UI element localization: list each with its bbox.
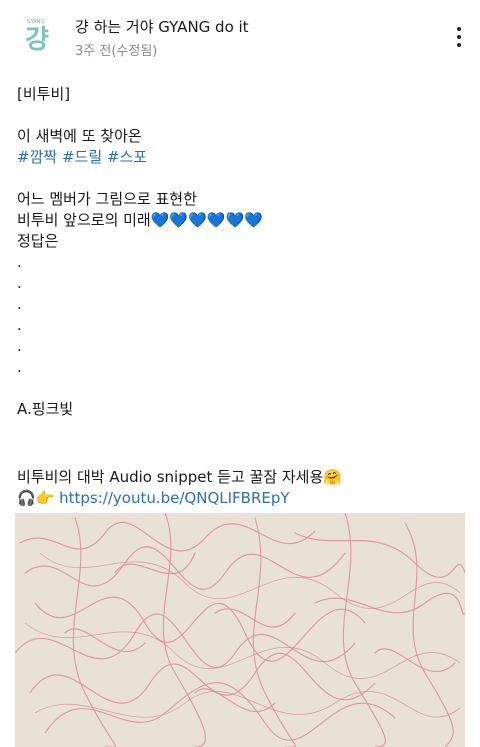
dot-line: . [17, 253, 22, 271]
post-time: 3주 전(수정됨) [75, 44, 158, 59]
post-line: [비투비] [17, 85, 71, 103]
dot-line: . [17, 274, 22, 292]
more-vertical-icon[interactable] [449, 24, 469, 52]
hashtag-row: #깜짝 #드릴 #스포 [17, 147, 467, 168]
crayon-scribble [15, 513, 465, 747]
post-line: 정답은 [17, 232, 59, 250]
post-line: 비투비 앞으로의 미래💙💙💙💙💙💙 [17, 210, 467, 231]
hashtag-link[interactable]: #스포 [107, 148, 147, 166]
headphones-pointing-emoji: 🎧👉 [17, 489, 55, 507]
post-line-text: 비투비 앞으로의 미래 [17, 211, 151, 229]
dot-line: . [17, 358, 22, 376]
audio-text: 비투비의 대박 Audio snippet 듣고 꿀잠 자세용 [17, 468, 324, 486]
post-body: [비투비] 이 새벽에 또 찾아온 #깜짝 #드릴 #스포 어느 멤버가 그림으… [17, 84, 467, 509]
hugging-face-emoji: 🤗 [323, 468, 342, 486]
post-header: GYANG 걍 걍 하는 거야 GYANG do it 3주 전(수정됨) [0, 0, 480, 70]
hashtag-link[interactable]: #드릴 [62, 148, 102, 166]
post-image[interactable] [15, 513, 465, 747]
post-line: 어느 멤버가 그림으로 표현한 [17, 190, 197, 208]
audio-line: 비투비의 대박 Audio snippet 듣고 꿀잠 자세용🤗 [17, 467, 467, 488]
blue-hearts-emoji: 💙💙💙💙💙💙 [150, 211, 263, 229]
avatar[interactable]: GYANG 걍 [15, 14, 59, 58]
dot-line: . [17, 337, 22, 355]
author-name[interactable]: 걍 하는 거야 GYANG do it [75, 16, 249, 37]
answer-line: A.핑크빛 [17, 400, 74, 418]
avatar-glyph: 걍 [25, 25, 49, 55]
dot-line: . [17, 316, 22, 334]
youtube-link[interactable]: https://youtu.be/QNQLIFBREpY [59, 489, 289, 507]
dot-line: . [17, 295, 22, 313]
link-line: 🎧👉 https://youtu.be/QNQLIFBREpY [17, 488, 467, 509]
hashtag-link[interactable]: #깜짝 [17, 148, 57, 166]
post-line: 이 새벽에 또 찾아온 [17, 127, 142, 145]
